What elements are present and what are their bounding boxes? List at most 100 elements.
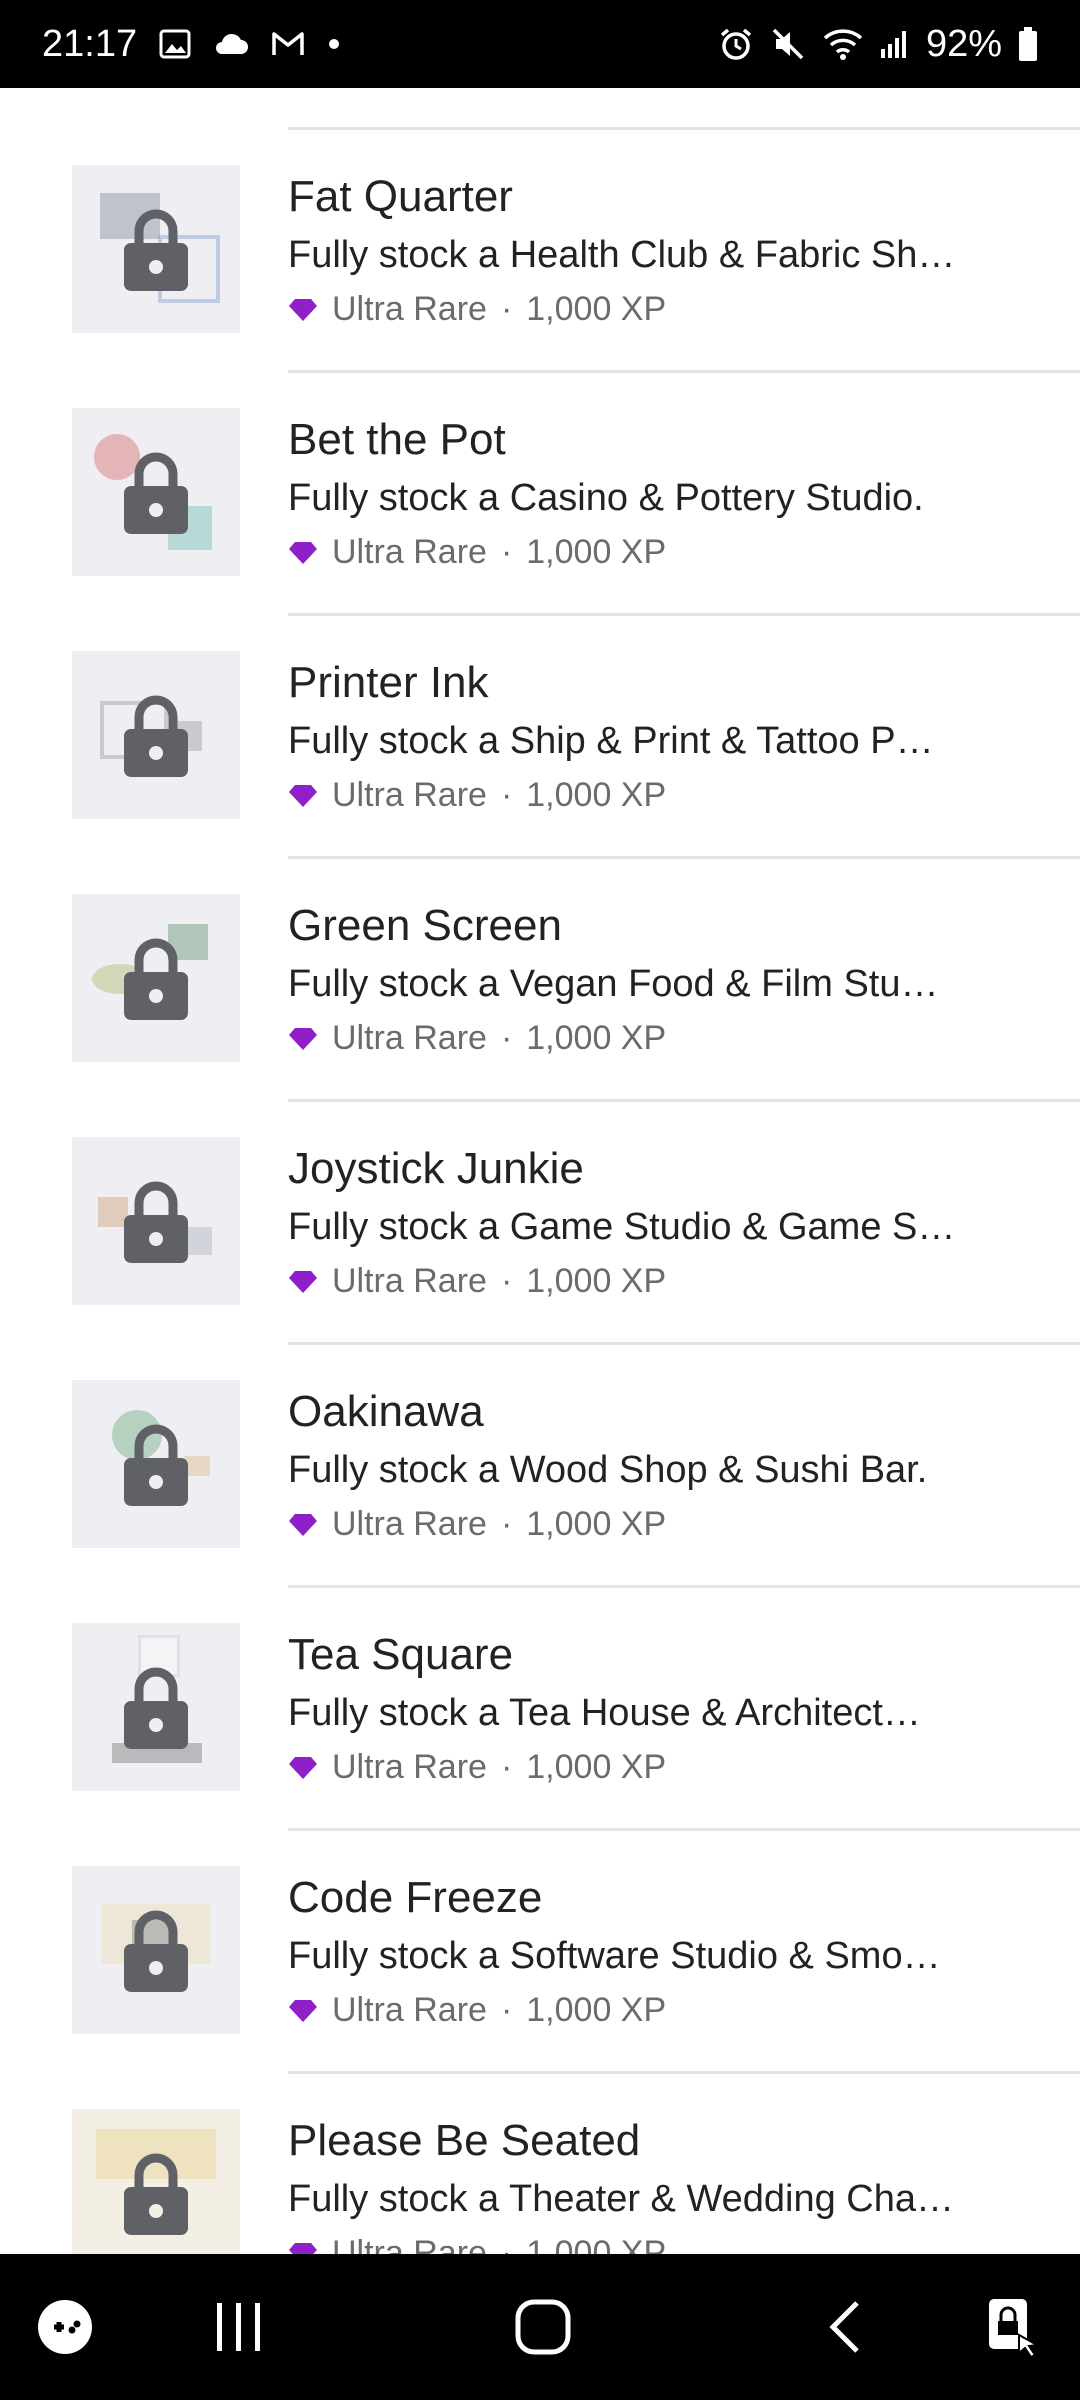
achievement-rarity: Ultra Rare (332, 1748, 487, 1786)
lock-icon (124, 1910, 188, 1992)
gallery-icon (159, 29, 191, 59)
achievement-description: Fully stock a Vegan Food & Film Stu… (288, 963, 939, 1005)
gem-icon (289, 1999, 317, 2022)
achievement-item-fat-quarter[interactable]: Fat Quarter Fully stock a Health Club & … (0, 130, 1080, 373)
achievement-title: Joystick Junkie (288, 1144, 584, 1193)
achievement-description: Fully stock a Ship & Print & Tattoo P… (288, 720, 934, 762)
achievement-meta: Ultra Rare · 1,000 XP (288, 1748, 666, 1787)
achievement-title: Tea Square (288, 1630, 514, 1679)
achievement-rarity: Ultra Rare (332, 1262, 487, 1300)
lock-icon (124, 695, 188, 777)
achievement-rarity: Ultra Rare (332, 290, 487, 328)
achievement-title: Printer Ink (288, 658, 489, 707)
back-button[interactable] (780, 2254, 910, 2400)
game-launcher-button[interactable] (0, 2254, 130, 2400)
achievement-title: Fat Quarter (288, 172, 513, 221)
achievement-thumbnail (72, 408, 240, 576)
achievement-rarity: Ultra Rare (332, 1019, 487, 1057)
gem-icon (289, 2242, 317, 2254)
achievement-description: Fully stock a Software Studio & Smo… (288, 1935, 941, 1977)
achievement-description: Fully stock a Health Club & Fabric Sh… (288, 234, 956, 276)
achievement-item-please-be-seated[interactable]: Please Be Seated Fully stock a Theater &… (0, 2074, 1080, 2254)
achievement-title: Oakinawa (288, 1387, 484, 1436)
achievement-meta: Ultra Rare · 1,000 XP (288, 1505, 666, 1544)
lock-icon (124, 1667, 188, 1749)
achievement-description: Fully stock a Theater & Wedding Cha… (288, 2178, 955, 2220)
achievement-item-oakinawa[interactable]: Oakinawa Fully stock a Wood Shop & Sushi… (0, 1345, 1080, 1588)
achievement-xp: 1,000 XP (526, 290, 667, 328)
achievement-xp: 1,000 XP (526, 1262, 667, 1300)
meta-separator: · (500, 776, 513, 814)
achievement-item-code-freeze[interactable]: Code Freeze Fully stock a Software Studi… (0, 1831, 1080, 2074)
home-icon (515, 2299, 571, 2355)
achievement-rarity: Ultra Rare (332, 2234, 487, 2254)
screen-lock-icon (989, 2299, 1041, 2359)
meta-separator: · (500, 1262, 513, 1300)
lock-icon (124, 209, 188, 291)
home-button[interactable] (478, 2254, 608, 2400)
navigation-bar (0, 2254, 1080, 2400)
gem-icon (289, 298, 317, 321)
mute-icon (770, 26, 806, 62)
achievement-thumbnail (72, 651, 240, 819)
battery-icon (1018, 26, 1038, 62)
meta-separator: · (500, 1019, 513, 1057)
achievement-xp: 1,000 XP (526, 1991, 667, 2029)
achievement-meta: Ultra Rare · 1,000 XP (288, 776, 666, 815)
achievement-meta: Ultra Rare · 1,000 XP (288, 533, 666, 572)
achievement-item-bet-the-pot[interactable]: Bet the Pot Fully stock a Casino & Potte… (0, 373, 1080, 616)
gem-icon (289, 784, 317, 807)
achievement-thumbnail (72, 1137, 240, 1305)
achievement-thumbnail (72, 1866, 240, 2034)
achievement-xp: 1,000 XP (526, 776, 667, 814)
achievement-item-printer-ink[interactable]: Printer Ink Fully stock a Ship & Print &… (0, 616, 1080, 859)
achievement-item-tea-square[interactable]: Tea Square Fully stock a Tea House & Arc… (0, 1588, 1080, 1831)
recent-apps-button[interactable] (174, 2254, 304, 2400)
dot-icon (327, 37, 341, 51)
achievement-item-joystick-junkie[interactable]: Joystick Junkie Fully stock a Game Studi… (0, 1102, 1080, 1345)
lock-icon (124, 2153, 188, 2235)
achievement-title: Green Screen (288, 901, 562, 950)
recent-apps-icon (217, 2303, 260, 2351)
achievement-xp: 1,000 XP (526, 2234, 667, 2254)
achievement-meta: Ultra Rare · 1,000 XP (288, 1991, 666, 2030)
screen-lock-button[interactable] (950, 2254, 1080, 2400)
meta-separator: · (500, 1505, 513, 1543)
achievement-rarity: Ultra Rare (332, 1505, 487, 1543)
achievement-rarity: Ultra Rare (332, 1991, 487, 2029)
lock-icon (124, 1181, 188, 1263)
meta-separator: · (500, 1748, 513, 1786)
achievement-thumbnail (72, 1380, 240, 1548)
achievement-item-green-screen[interactable]: Green Screen Fully stock a Vegan Food & … (0, 859, 1080, 1102)
achievement-title: Code Freeze (288, 1873, 543, 1922)
gem-icon (289, 1513, 317, 1536)
achievement-list[interactable]: Fat Quarter Fully stock a Health Club & … (0, 88, 1080, 2254)
gem-icon (289, 541, 317, 564)
gem-icon (289, 1270, 317, 1293)
back-icon (829, 2301, 859, 2353)
wifi-icon (822, 27, 864, 61)
achievement-description: Fully stock a Wood Shop & Sushi Bar. (288, 1449, 928, 1491)
battery-percent: 92% (925, 22, 1002, 65)
achievement-description: Fully stock a Casino & Pottery Studio. (288, 477, 924, 519)
status-time: 21:17 (42, 22, 138, 65)
meta-separator: · (500, 533, 513, 571)
lock-icon (124, 938, 188, 1020)
achievement-meta: Ultra Rare · 1,000 XP (288, 1262, 666, 1301)
lock-icon (124, 452, 188, 534)
signal-icon (880, 29, 910, 59)
achievement-xp: 1,000 XP (526, 1505, 667, 1543)
gem-icon (289, 1027, 317, 1050)
achievement-meta: Ultra Rare · 1,000 XP (288, 290, 666, 329)
status-bar: 21:17 92% (0, 0, 1080, 88)
meta-separator: · (500, 1991, 513, 2029)
lock-icon (124, 1424, 188, 1506)
achievement-meta: Ultra Rare · 1,000 XP (288, 2234, 666, 2254)
achievement-title: Bet the Pot (288, 415, 506, 464)
achievement-description: Fully stock a Game Studio & Game S… (288, 1206, 956, 1248)
achievement-meta: Ultra Rare · 1,000 XP (288, 1019, 666, 1058)
meta-separator: · (500, 290, 513, 328)
achievement-rarity: Ultra Rare (332, 533, 487, 571)
gem-icon (289, 1756, 317, 1779)
achievement-xp: 1,000 XP (526, 1748, 667, 1786)
